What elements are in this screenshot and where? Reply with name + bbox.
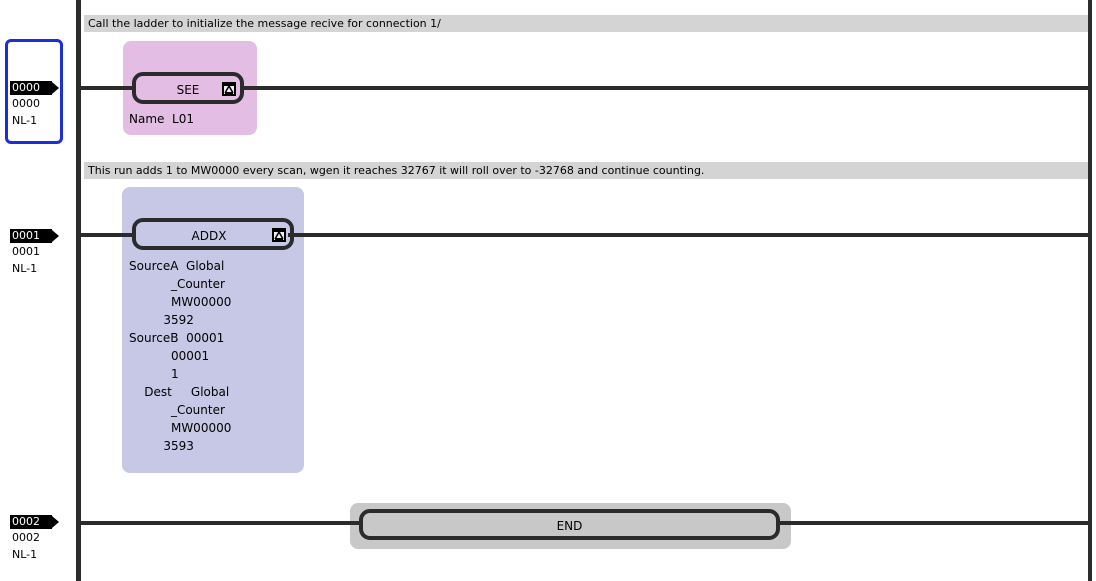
- instruction-param: MW00000: [129, 421, 232, 435]
- instruction-param: SourceB 00001: [129, 331, 225, 345]
- rung-number: 0000: [12, 97, 40, 110]
- rung-arrow-icon: [52, 82, 59, 94]
- instruction-name: ADDX: [191, 229, 227, 243]
- rung-wire: [288, 233, 1088, 237]
- right-power-rail: [1088, 0, 1092, 581]
- instruction-param: Name L01: [129, 112, 194, 126]
- expand-toggle-icon[interactable]: [272, 228, 286, 242]
- instruction-param: SourceA Global: [129, 259, 225, 273]
- expand-toggle-icon[interactable]: [222, 82, 236, 96]
- rung-netlabel: NL-1: [12, 114, 38, 127]
- instruction-name: END: [556, 519, 583, 533]
- rung-netlabel: NL-1: [12, 262, 38, 275]
- instruction-param: _Counter: [129, 277, 225, 291]
- instruction-param: 00001: [129, 349, 210, 363]
- rung-arrow-icon: [52, 230, 59, 242]
- rung-wire: [81, 521, 359, 525]
- instruction-param: Dest Global: [129, 385, 230, 399]
- rung-wire: [81, 233, 132, 237]
- end-instruction-box[interactable]: END: [359, 509, 780, 540]
- rung-number: 0001: [12, 245, 40, 258]
- see-instruction-box[interactable]: SEE: [132, 72, 244, 104]
- rung-tag-label: 0002: [10, 515, 52, 529]
- expand-toggle-glyph: [274, 230, 284, 240]
- rung-marker[interactable]: 0002: [10, 515, 60, 529]
- rung-wire: [81, 86, 132, 90]
- rung-wire: [240, 86, 1088, 90]
- rung-netlabel: NL-1: [12, 548, 38, 561]
- rung-arrow-icon: [52, 516, 59, 528]
- instruction-param: 3592: [129, 313, 194, 327]
- rung-wire: [778, 521, 1088, 525]
- rung-marker[interactable]: 0000: [10, 81, 60, 95]
- instruction-param: _Counter: [129, 403, 225, 417]
- expand-toggle-glyph: [224, 84, 234, 94]
- rung-tag-label: 0001: [10, 229, 52, 243]
- instruction-param: 3593: [129, 439, 194, 453]
- addx-instruction-box[interactable]: ADDX: [132, 218, 294, 250]
- instruction-param: 1: [129, 367, 179, 381]
- instruction-param: MW00000: [129, 295, 232, 309]
- instruction-name: SEE: [176, 83, 200, 97]
- rung-comment[interactable]: This run adds 1 to MW0000 every scan, wg…: [84, 162, 1088, 179]
- rung-comment[interactable]: Call the ladder to initialize the messag…: [84, 15, 1088, 32]
- rung-number: 0002: [12, 531, 40, 544]
- rung-tag-label: 0000: [10, 81, 52, 95]
- rung-marker[interactable]: 0001: [10, 229, 60, 243]
